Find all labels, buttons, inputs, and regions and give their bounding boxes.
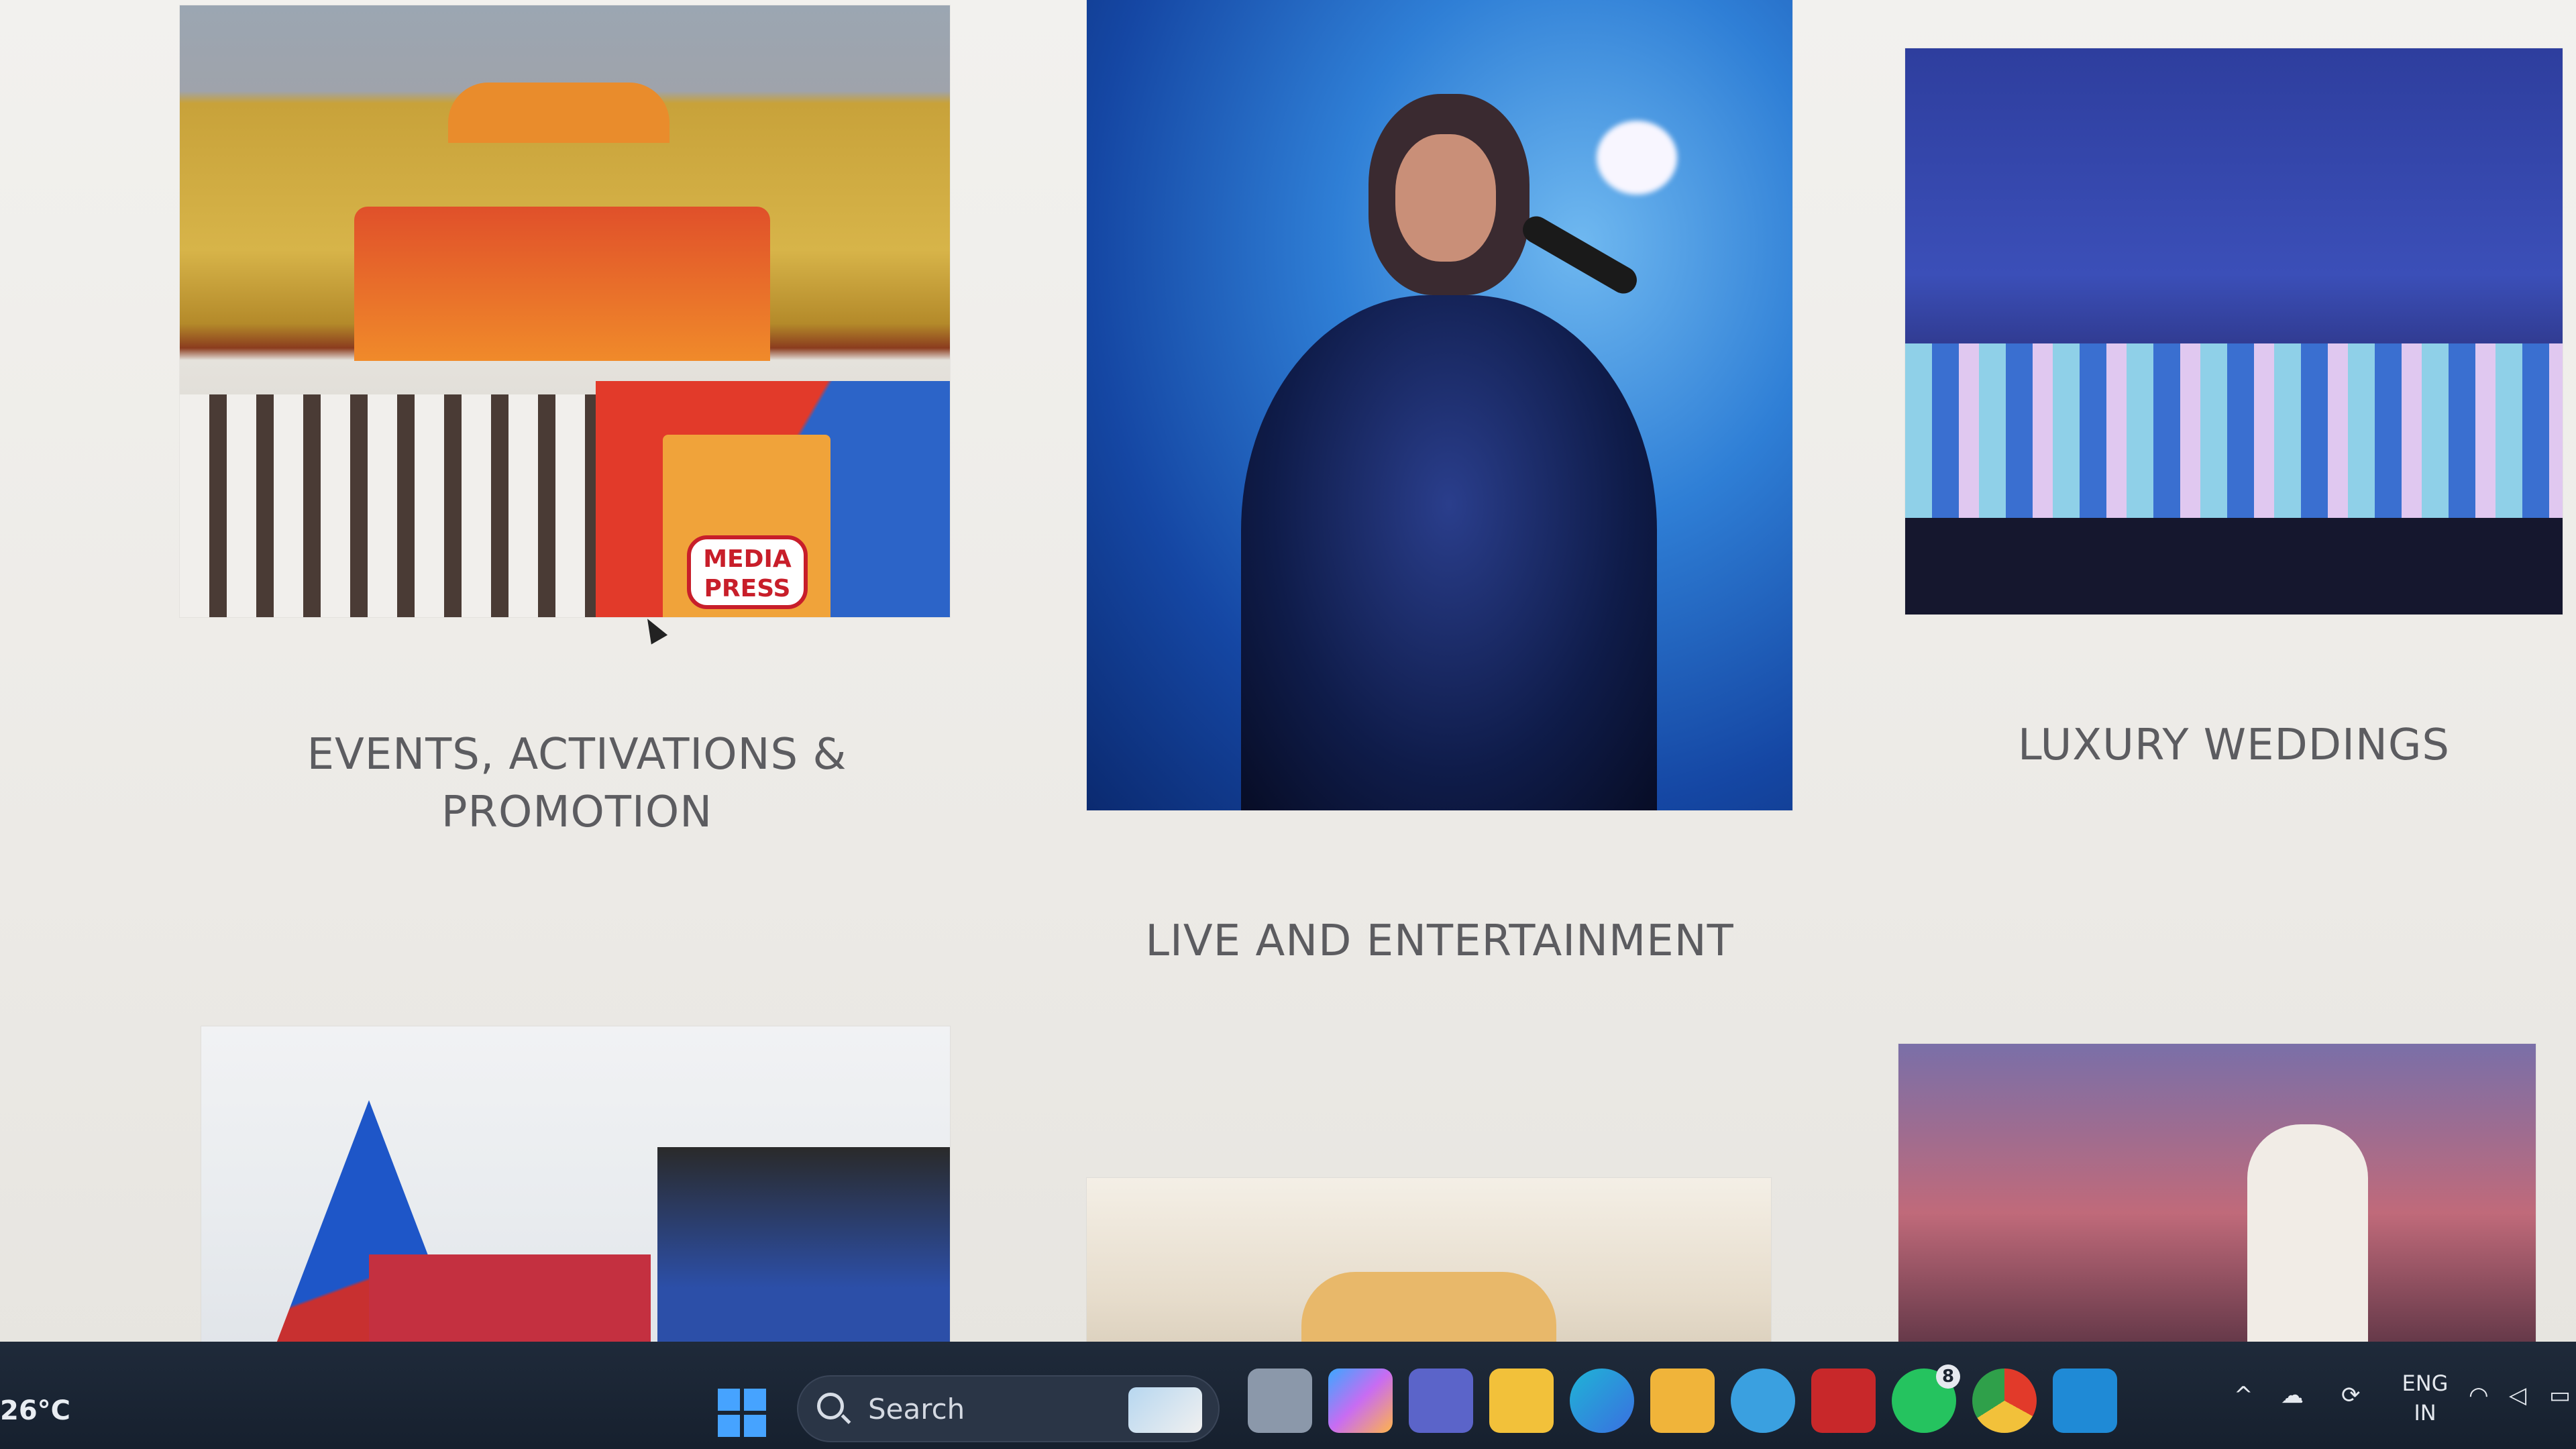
building-dome [448,83,669,143]
file-explorer-icon[interactable] [1489,1368,1554,1433]
taskbar-search[interactable]: Search [797,1375,1220,1442]
mouse-cursor-icon [639,614,668,645]
chevron-up-icon[interactable]: ^ [2234,1382,2253,1409]
search-icon [817,1393,844,1419]
events-image[interactable]: MEDIA PRESS [180,5,950,617]
teams-icon[interactable] [1409,1368,1473,1433]
sync-icon[interactable]: ⟳ [2341,1382,2361,1409]
vscode-icon[interactable] [2053,1368,2117,1433]
sign-line-2: PRESS [704,575,791,602]
start-button[interactable] [718,1389,766,1437]
luxury-weddings-image[interactable] [1905,48,2563,614]
media-press-sign: MEDIA PRESS [663,435,830,617]
event-stage [354,207,770,361]
whatsapp-badge: 8 [1936,1364,1960,1389]
weather-app-icon[interactable] [1731,1368,1795,1433]
language-code: ENG [2402,1371,2449,1396]
sign-line-1: MEDIA [703,545,792,573]
onedrive-icon[interactable]: ☁ [2281,1382,2304,1409]
exhibition-image[interactable] [201,1026,950,1382]
task-view-icon[interactable] [1248,1368,1312,1433]
venue-floor [1905,518,2563,614]
microphone [1517,211,1642,299]
events-caption-line-1: EVENTS, ACTIVATIONS & [307,730,847,780]
battery-icon[interactable]: ▭ [2549,1382,2571,1409]
windows-logo-icon [718,1389,740,1411]
media-press-label: MEDIA PRESS [687,535,808,609]
windows-taskbar: 26°C Search 8 ^ ☁ ⟳ ENG IN ◠ ◁ ▭ [0,1342,2576,1449]
search-label: Search [868,1393,965,1426]
singer-face [1395,134,1496,262]
weather-widget[interactable]: 26°C [0,1395,70,1426]
concert-image[interactable] [1898,1044,2536,1382]
live-entertainment-image[interactable] [1087,0,1792,810]
edge-icon[interactable] [1570,1368,1634,1433]
stage-light [1597,121,1677,195]
mcafee-icon[interactable] [1811,1368,1876,1433]
chrome-icon[interactable] [1972,1368,2037,1433]
events-caption-line-2: PROMOTION [441,788,713,837]
whatsapp-icon[interactable]: 8 [1892,1364,1960,1433]
events-caption[interactable]: EVENTS, ACTIVATIONS & PROMOTION [255,726,899,841]
copilot-icon[interactable] [1328,1368,1393,1433]
wifi-icon[interactable]: ◠ [2469,1382,2489,1409]
search-highlight-icon [1128,1387,1202,1433]
region-code: IN [2414,1400,2436,1426]
audience-seating [180,394,609,617]
volume-icon[interactable]: ◁ [2509,1382,2526,1409]
weddings-caption[interactable]: LUXURY WEDDINGS [1905,716,2563,774]
web-page: MEDIA PRESS EVENTS, ACTIVATIONS & PROMOT… [0,0,2576,1449]
store-icon[interactable] [1650,1368,1715,1433]
language-indicator[interactable]: ENG IN [2388,1368,2462,1428]
live-caption[interactable]: LIVE AND ENTERTAINMENT [1087,912,1792,970]
lit-palace [1905,343,2563,518]
singer-body [1241,295,1657,810]
